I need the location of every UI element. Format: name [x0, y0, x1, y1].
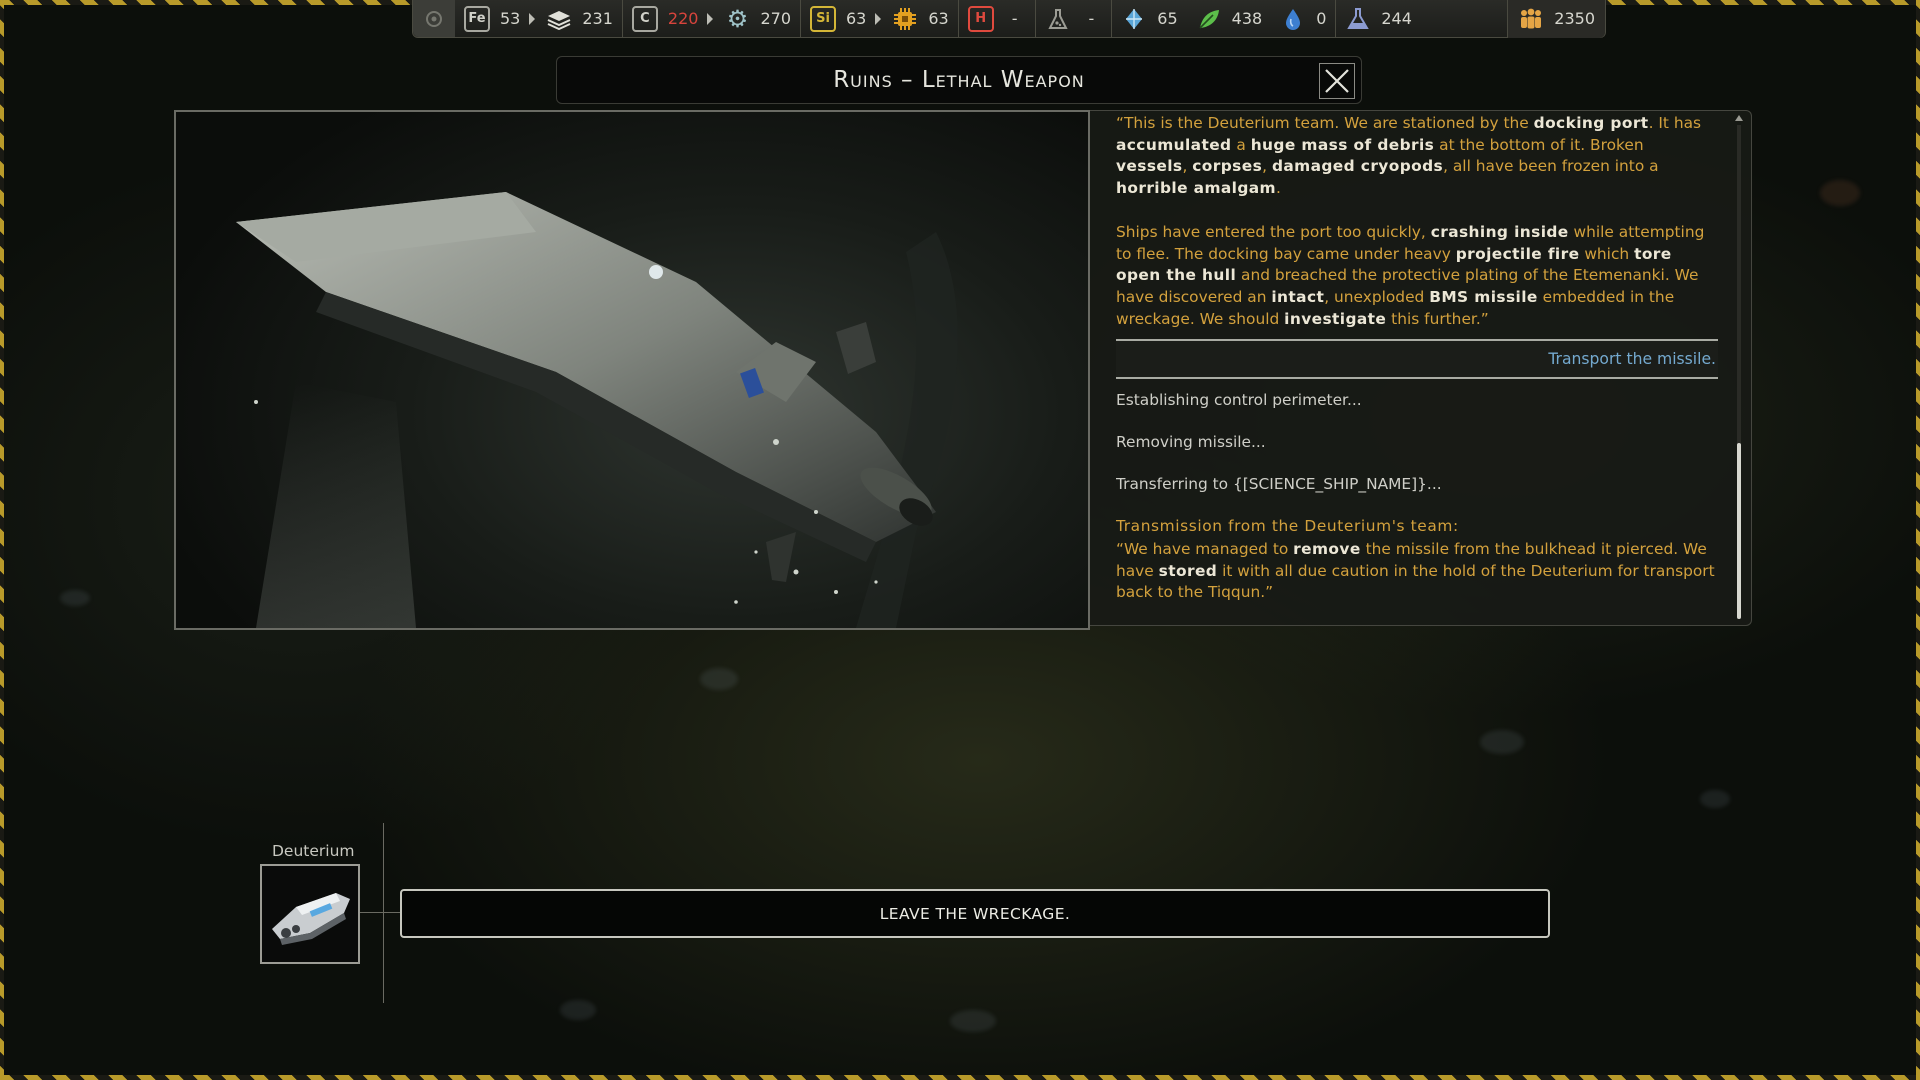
arrow-icon	[707, 12, 714, 25]
resource-value: 2350	[1554, 9, 1595, 28]
background-light	[1700, 790, 1730, 808]
scrollbar-thumb[interactable]	[1737, 443, 1741, 619]
hazard-border-right	[1916, 0, 1920, 1080]
event-illustration	[174, 110, 1090, 630]
resource-iron: Fe 53	[455, 0, 529, 38]
leaf-icon	[1196, 6, 1222, 32]
event-text-panel[interactable]: “This is the Deuterium team. We are stat…	[1090, 110, 1752, 626]
resource-value: 220	[667, 9, 699, 28]
science-flask-icon	[1345, 6, 1371, 32]
background-light	[1820, 180, 1860, 206]
choice-transport-missile[interactable]: Transport the missile.	[1116, 339, 1718, 379]
resource-unknown: -	[1034, 0, 1112, 38]
crystal-icon	[1121, 6, 1147, 32]
population-icon	[1518, 6, 1544, 32]
dialog-title-bar: Ruins – Lethal Weapon	[556, 56, 1362, 104]
resource-value: 231	[582, 9, 613, 28]
resource-value: 438	[1231, 9, 1263, 28]
connector-line-vertical	[383, 823, 384, 1003]
resource-water: 0	[1271, 0, 1335, 38]
event-paragraph-1: “This is the Deuterium team. We are stat…	[1116, 114, 1702, 198]
arrow-icon	[875, 12, 882, 25]
resource-population: 2350	[1507, 0, 1605, 38]
carbon-icon: C	[631, 5, 658, 32]
silicon-icon: Si	[810, 5, 836, 32]
hydrogen-icon: H	[967, 5, 994, 32]
scroll-up-arrow-icon[interactable]	[1735, 115, 1743, 121]
ship-portrait[interactable]	[260, 864, 360, 964]
resource-value: 0	[1316, 9, 1327, 28]
hazard-border-bottom	[0, 1075, 1920, 1080]
chip-icon	[892, 6, 918, 32]
background-light	[560, 1000, 596, 1020]
flask-cone-icon	[1045, 6, 1071, 32]
metal-plates-icon	[546, 6, 572, 32]
hazard-border-left	[0, 0, 4, 1080]
menu-emblem-icon[interactable]	[413, 0, 455, 37]
water-drop-icon	[1280, 6, 1306, 32]
status-line-2: Removing missile...	[1116, 433, 1266, 451]
ship-icon	[272, 893, 350, 945]
resource-silicon: Si 63	[800, 0, 875, 38]
event-text-scroll[interactable]: “This is the Deuterium team. We are stat…	[1116, 111, 1718, 627]
resource-carbon: C 220	[621, 0, 708, 38]
resource-chips: 63	[883, 0, 957, 38]
event-paragraph-3: “We have managed to remove the missile f…	[1116, 540, 1715, 602]
background-light	[60, 590, 90, 606]
event-paragraph-2: Ships have entered the port too quickly,…	[1116, 223, 1705, 328]
background-light	[1480, 730, 1524, 754]
resource-value: 244	[1381, 9, 1412, 28]
resource-value: 53	[500, 9, 521, 28]
resource-bar: Fe 53 231 C 220 ⚙ 270 Si 63 63 H - - 65 …	[412, 0, 1606, 38]
close-icon	[1325, 69, 1349, 93]
ship-name-label: Deuterium	[272, 842, 355, 860]
resource-hydrogen: H -	[957, 0, 1035, 38]
resource-crystal: 65	[1111, 0, 1186, 38]
wrecked-ship-illustration	[236, 192, 958, 628]
resource-value: -	[1011, 9, 1018, 28]
background-light	[950, 1010, 996, 1032]
gear-icon: ⚙	[726, 4, 749, 33]
resource-value: 65	[1157, 9, 1178, 28]
resource-components: ⚙ 270	[715, 0, 800, 38]
dialog-title: Ruins – Lethal Weapon	[833, 67, 1085, 93]
resource-value: 63	[846, 9, 867, 28]
resource-plates: 231	[537, 0, 622, 38]
transmission-header: Transmission from the Deuterium's team:	[1116, 517, 1459, 535]
resource-science: 244	[1335, 0, 1421, 38]
iron-icon: Fe	[464, 5, 490, 32]
connector-line-horizontal	[360, 912, 400, 913]
background-light	[700, 668, 738, 690]
arrow-icon	[529, 12, 536, 25]
scrollbar[interactable]	[1737, 125, 1741, 619]
leave-wreckage-button[interactable]: LEAVE THE WRECKAGE.	[400, 889, 1550, 938]
resource-value: 270	[760, 9, 791, 28]
status-line-3: Transferring to {[SCIENCE_SHIP_NAME]}...	[1116, 475, 1442, 493]
status-line-1: Establishing control perimeter...	[1116, 391, 1362, 409]
resource-food: 438	[1187, 0, 1272, 38]
resource-value: -	[1088, 9, 1095, 28]
resource-value: 63	[928, 9, 949, 28]
close-button[interactable]	[1319, 63, 1355, 99]
